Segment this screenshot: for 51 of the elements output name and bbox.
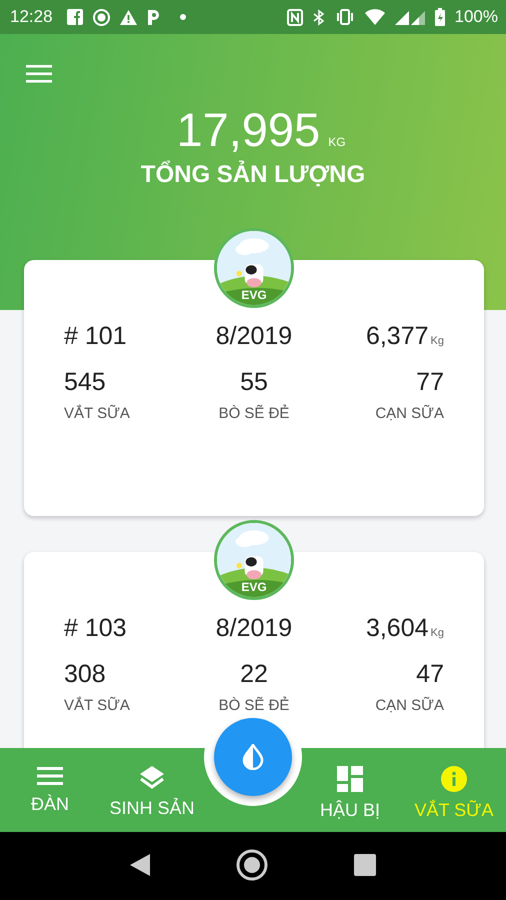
stat-label: CẠN SỮA — [375, 404, 444, 424]
stat-value: 77 — [416, 367, 444, 397]
drop-icon — [242, 744, 264, 770]
vibrate-icon — [334, 9, 355, 25]
signal-icon — [394, 9, 425, 25]
stat-value: 55 — [240, 367, 268, 397]
notification-icon — [66, 9, 83, 25]
dashboard-icon — [337, 766, 363, 792]
stat-label: VẮT SỮA — [64, 696, 131, 716]
logo-text: EVG — [240, 580, 268, 594]
nav-tab[interactable]: ĐÀN — [0, 748, 100, 832]
nav-tab[interactable]: HẬU BỊ — [298, 748, 402, 832]
logo-text: EVG — [240, 288, 268, 302]
farm-id: # 101 — [64, 321, 128, 352]
total-yield: 17,995 — [176, 103, 320, 157]
stat-value: 47 — [416, 659, 444, 689]
stat-label: BÒ SẼ ĐẺ — [218, 696, 290, 716]
battery-icon — [434, 8, 445, 26]
back-button[interactable] — [130, 854, 150, 878]
period: 8/2019 — [214, 613, 294, 644]
notification-icon — [146, 9, 160, 25]
wifi-icon — [364, 9, 385, 25]
period: 8/2019 — [214, 321, 294, 352]
nfc-icon — [286, 8, 303, 26]
stat-value: 545 — [64, 367, 107, 397]
stat-label: VẮT SỮA — [64, 404, 131, 424]
unit-label: KG — [328, 135, 346, 149]
unit-label: Kg — [430, 627, 444, 639]
home-button[interactable] — [236, 848, 268, 884]
farm-id: # 103 — [64, 613, 128, 644]
milk-yield: 6,377 — [366, 322, 429, 350]
recents-button[interactable] — [354, 854, 376, 878]
nav-tab[interactable]: SINH SẢN — [100, 748, 204, 832]
menu-icon — [37, 766, 63, 786]
bluetooth-icon — [312, 8, 325, 26]
stat-value: 22 — [240, 659, 268, 689]
layers-icon — [139, 766, 165, 790]
total-yield-label: TỔNG SẢN LƯỢNG — [140, 161, 366, 189]
warning-icon — [120, 10, 137, 24]
menu-button[interactable] — [26, 63, 54, 85]
status-time: 12:28 — [10, 7, 53, 27]
stat-value: 308 — [64, 659, 107, 689]
nav-tab[interactable]: VẮT SỮA — [402, 748, 506, 832]
notification-icon — [92, 8, 110, 26]
stat-label: BÒ SẼ ĐẺ — [218, 404, 290, 424]
battery-level: 100% — [454, 7, 498, 27]
unit-label: Kg — [430, 335, 444, 347]
info-icon — [441, 766, 467, 792]
milk-yield: 3,604 — [366, 614, 429, 642]
dot-icon — [180, 14, 186, 20]
stat-label: CẠN SỮA — [375, 696, 444, 716]
